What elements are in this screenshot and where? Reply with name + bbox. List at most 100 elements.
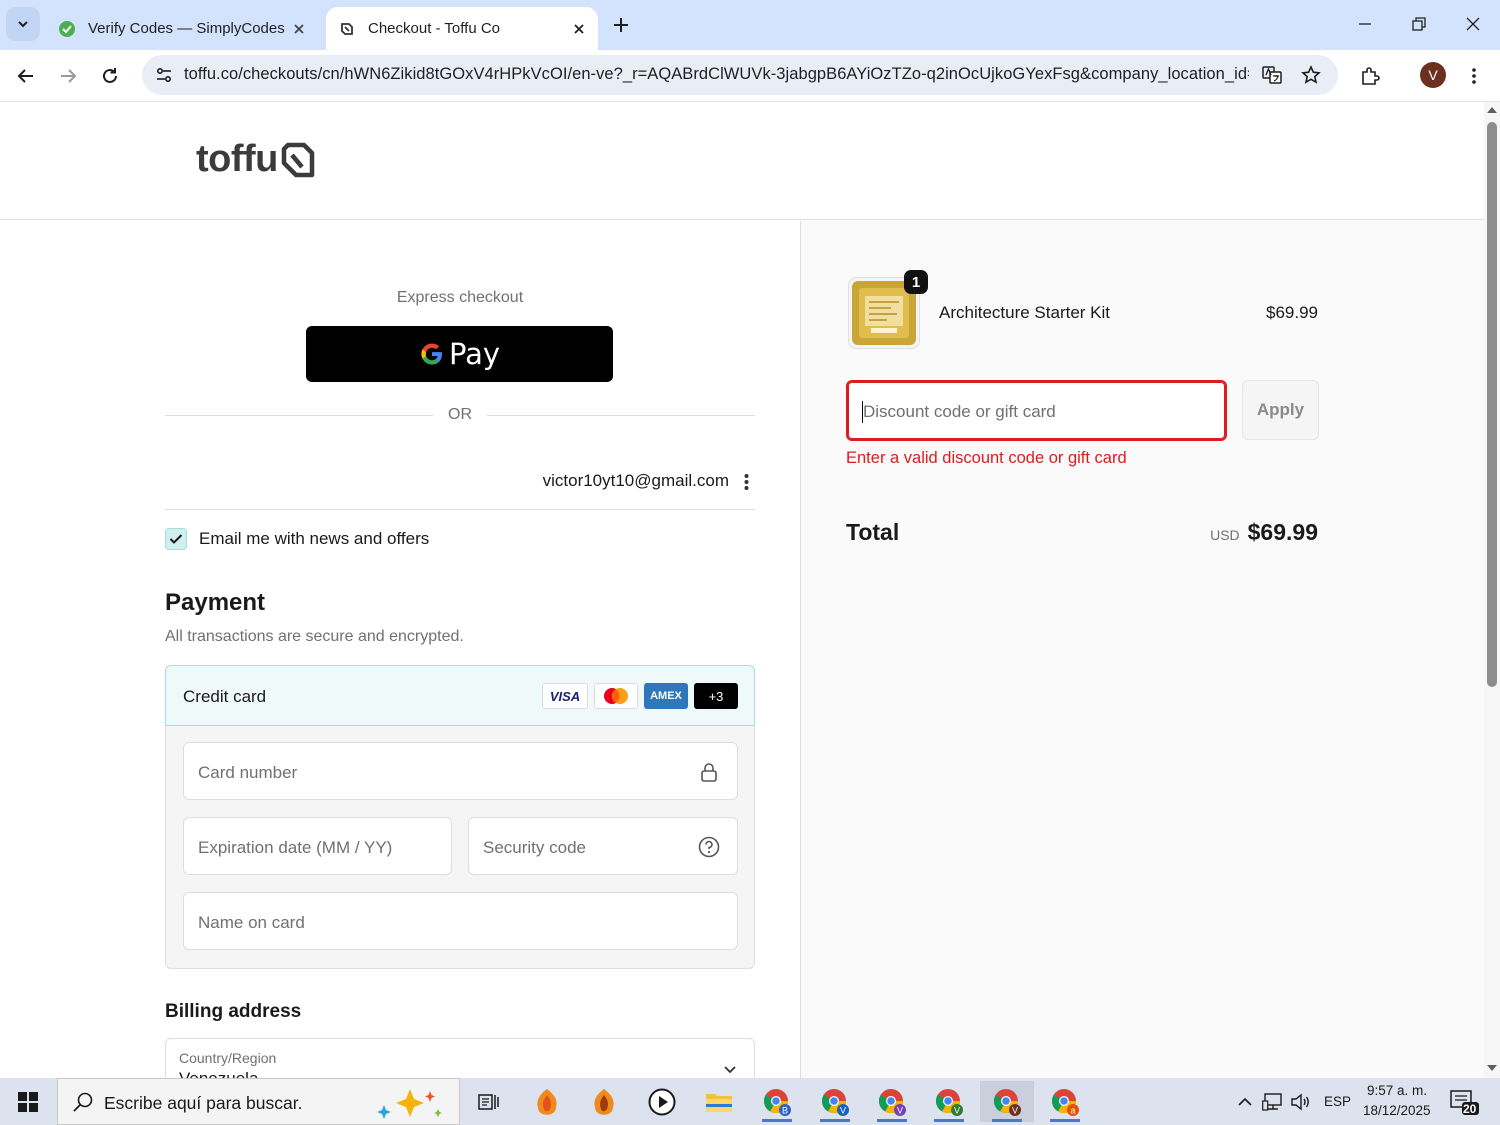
arrow-right-icon [61,69,77,83]
taskbar-app-fl-studio-2[interactable] [577,1081,631,1122]
security-code-placeholder: Security code [483,838,586,857]
help-question-icon[interactable] [697,835,721,859]
discount-error-message: Enter a valid discount code or gift card [846,449,1127,467]
taskbar-app-media-player[interactable] [635,1081,689,1122]
running-indicator [1050,1119,1080,1122]
search-placeholder: Escribe aquí para buscar. [104,1093,303,1113]
reload-icon [103,68,117,83]
page-scrollbar[interactable] [1484,102,1500,1078]
folder-icon [706,1093,732,1112]
taskbar-search-box[interactable]: Escribe aquí para buscar. [57,1078,460,1125]
browser-tab-bar: Verify Codes — SimplyCodes Checkout - To… [0,0,1500,50]
close-tab-icon[interactable] [288,18,310,40]
more-cards-badge: +3 [694,683,738,709]
taskbar-app-chrome-v3[interactable]: V [922,1081,976,1122]
tab-title: Checkout - Toffu Co [368,20,501,37]
site-info-icon[interactable] [150,61,178,89]
simplycodes-favicon-icon [58,20,76,38]
sparkle-icon [377,1089,442,1119]
chrome-icon: V [821,1088,849,1116]
clock-time[interactable]: 9:57 a. m. [1367,1083,1427,1098]
close-tab-icon[interactable] [568,18,590,40]
running-indicator [992,1119,1022,1122]
express-checkout-label: Express checkout [396,289,524,306]
play-icon [648,1088,676,1115]
chevron-down-icon [720,1059,740,1078]
logo-text: toffu [196,138,278,180]
chrome-icon: V [993,1088,1021,1116]
checkout-form-column: Express checkout Pay OR victor10yt10@gma… [0,221,800,1078]
minimize-icon [1359,23,1371,25]
tab-checkout[interactable]: Checkout - Toffu Co [326,7,598,50]
svg-text:V: V [954,1105,960,1115]
google-pay-label: Pay [448,337,501,371]
newsletter-checkbox[interactable] [165,528,187,550]
taskbar-app-chrome-v4-active[interactable]: V [980,1081,1034,1122]
task-view-button[interactable] [462,1081,516,1122]
back-button[interactable] [8,58,44,94]
visa-logo: VISA [542,683,588,709]
scrollbar-thumb[interactable] [1487,122,1497,687]
fl-studio-icon [537,1088,557,1115]
product-price: $69.99 [1266,303,1318,322]
fl-studio-icon [594,1088,614,1115]
quantity-badge: 1 [904,270,928,294]
security-code-field[interactable]: Security code [468,817,738,875]
extensions-icon[interactable] [1354,60,1386,92]
minimize-button[interactable] [1338,0,1392,48]
taskbar-app-chrome-v2[interactable]: V [865,1081,919,1122]
bookmark-star-icon[interactable] [1297,61,1325,89]
order-summary-column: 1 Architecture Starter Kit $69.99 Discou… [800,221,1484,1078]
account-menu-icon[interactable] [737,470,755,494]
more-menu-icon[interactable] [1458,60,1490,92]
newsletter-checkbox-row[interactable]: Email me with news and offers [165,526,429,552]
taskbar-app-chrome-a[interactable]: a [1038,1081,1092,1122]
running-indicator [820,1119,850,1122]
input-language[interactable]: ESP [1324,1094,1351,1109]
name-on-card-field[interactable]: Name on card [183,892,738,950]
billing-address-heading: Billing address [165,1001,302,1022]
country-label: Country/Region [179,1050,277,1066]
chrome-icon: a [1051,1088,1079,1116]
start-button[interactable] [0,1078,56,1125]
card-number-field[interactable]: Card number [183,742,738,800]
volume-icon[interactable] [1285,1086,1317,1118]
running-indicator [877,1119,907,1122]
credit-card-option[interactable]: Credit card VISA AMEX +3 [165,665,755,726]
taskbar-app-chrome-v1[interactable]: V [808,1081,862,1122]
newsletter-label: Email me with news and offers [199,529,430,548]
new-tab-button[interactable] [606,12,636,38]
address-bar[interactable]: toffu.co/checkouts/cn/hWN6Zikid8tGOxV4rH… [142,55,1338,95]
url-text[interactable]: toffu.co/checkouts/cn/hWN6Zikid8tGOxV4rH… [184,65,1249,84]
close-window-button[interactable] [1446,0,1500,48]
tab-search-button[interactable] [6,7,40,41]
reload-button[interactable] [92,58,128,94]
contact-email: victor10yt10@gmail.com [542,471,729,490]
profile-avatar[interactable]: V [1420,62,1446,88]
expiration-date-field[interactable]: Expiration date (MM / YY) [183,817,452,875]
total-label: Total [846,519,900,545]
taskbar-app-chrome-b[interactable]: B [750,1081,804,1122]
tab-simplycodes[interactable]: Verify Codes — SimplyCodes [46,7,318,50]
taskbar-app-file-explorer[interactable] [692,1081,746,1122]
credit-card-label: Credit card [183,687,267,706]
taskbar-app-fl-studio[interactable] [520,1081,574,1122]
svg-text:a: a [1070,1105,1075,1115]
running-indicator [762,1119,792,1122]
task-view-icon [478,1093,499,1110]
discount-code-input[interactable]: Discount code or gift card [846,380,1227,441]
apply-discount-button[interactable]: Apply [1242,380,1319,440]
name-on-card-placeholder: Name on card [198,913,305,932]
scroll-up-arrow-icon[interactable] [1487,106,1497,114]
amex-logo: AMEX [644,683,688,709]
store-logo[interactable]: toffu [196,138,316,181]
translate-icon[interactable] [1258,61,1286,89]
discount-placeholder: Discount code or gift card [863,402,1056,421]
windows-logo-icon [18,1091,38,1112]
restore-button[interactable] [1392,0,1446,48]
country-select[interactable]: Country/Region Venezuela [165,1038,755,1078]
forward-button[interactable] [50,58,86,94]
scroll-down-arrow-icon[interactable] [1487,1064,1497,1072]
google-pay-button[interactable]: Pay [306,326,613,382]
clock-date[interactable]: 18/12/2025 [1363,1103,1431,1118]
